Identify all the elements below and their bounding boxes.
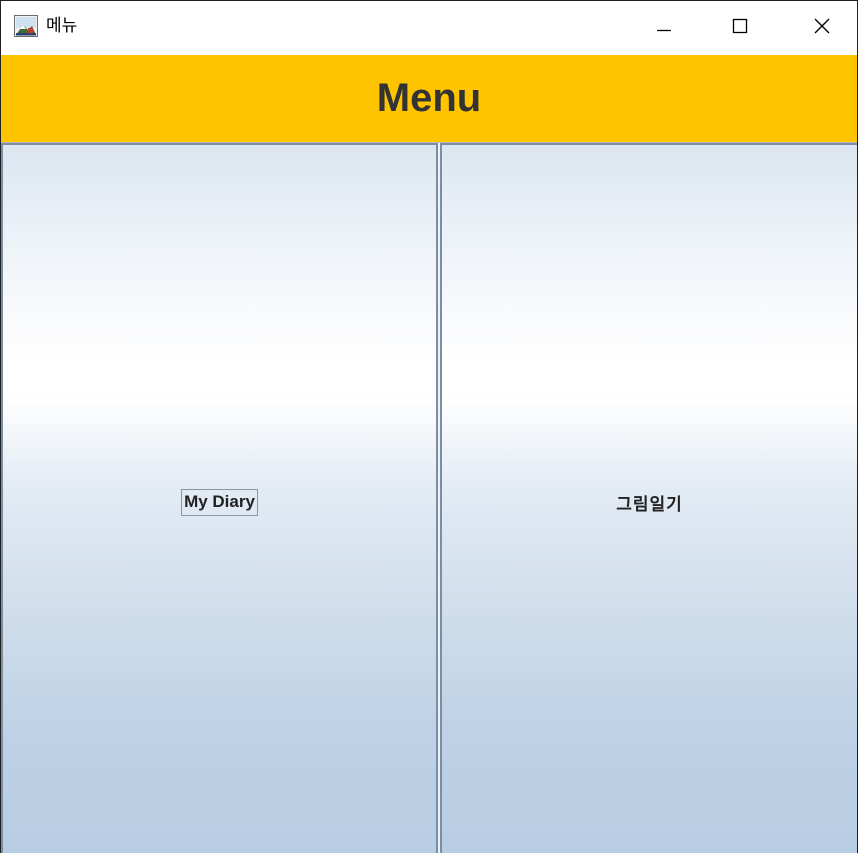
close-icon	[812, 16, 832, 41]
menu-content: My Diary 그림일기	[1, 143, 857, 853]
java-app-icon	[14, 15, 38, 37]
menu-header: Menu	[1, 55, 857, 143]
title-bar[interactable]: 메뉴	[1, 1, 857, 55]
header-title: Menu	[376, 76, 482, 120]
my-diary-button-label: My Diary	[181, 488, 258, 516]
app-window: 메뉴 Menu My Diary 그림일기	[0, 0, 858, 853]
picture-diary-button[interactable]: 그림일기	[440, 143, 857, 853]
minimize-icon	[654, 16, 674, 41]
picture-diary-button-label: 그림일기	[616, 494, 683, 515]
my-diary-button[interactable]: My Diary	[1, 143, 438, 853]
window-title: 메뉴	[46, 16, 78, 36]
maximize-icon	[730, 16, 750, 41]
close-button[interactable]	[799, 1, 845, 55]
maximize-button[interactable]	[717, 1, 763, 55]
minimize-button[interactable]	[641, 1, 687, 55]
